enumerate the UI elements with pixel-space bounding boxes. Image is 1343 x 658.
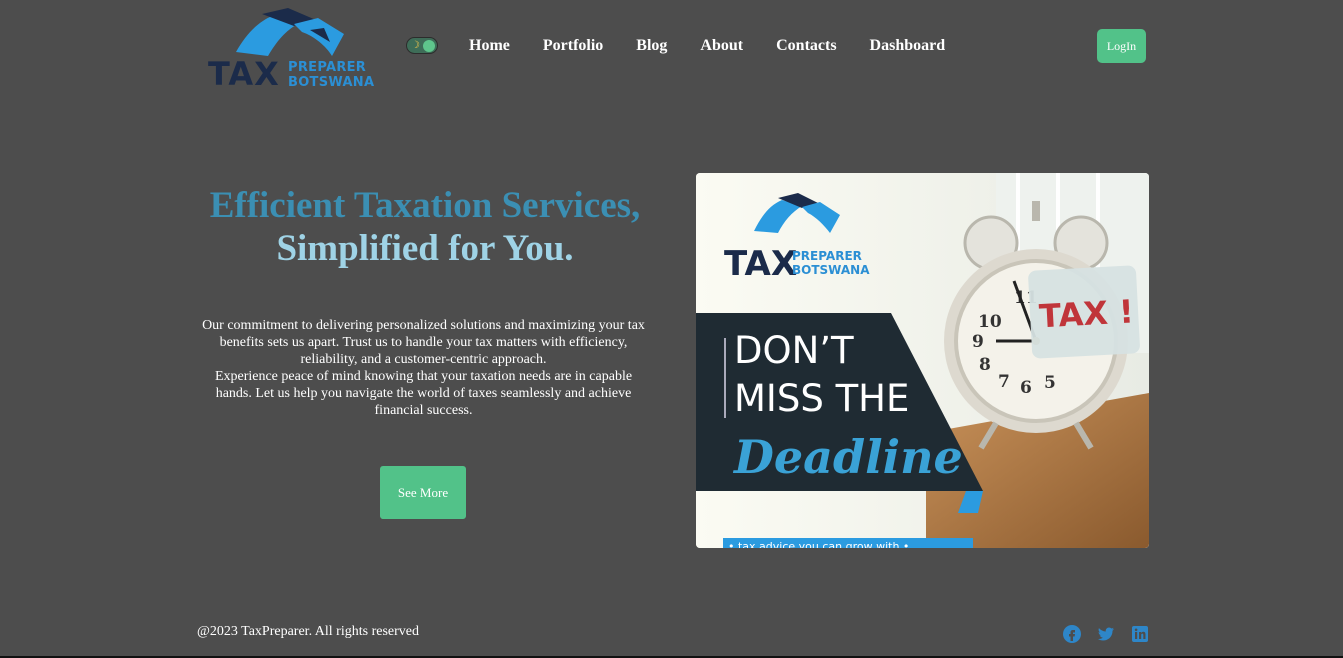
nav-about[interactable]: About — [700, 36, 743, 56]
social-links — [1062, 624, 1150, 643]
main-nav: Home Portfolio Blog About Contacts Dashb… — [469, 36, 978, 56]
poster-line1: DON’T — [734, 329, 854, 372]
site-logo[interactable]: TAX PREPARER BOTSWANA — [206, 8, 378, 94]
clock-number-10: 10 — [978, 312, 1002, 332]
clock-number-5: 5 — [1044, 373, 1056, 393]
footer-copyright: @2023 TaxPreparer. All rights reserved — [197, 624, 419, 639]
theme-toggle[interactable]: ☽ — [406, 37, 438, 54]
clock-number-7: 7 — [998, 372, 1010, 392]
poster-logo-sub1: PREPARER — [792, 249, 862, 263]
poster-line3: Deadline — [732, 430, 963, 484]
poster-logo-tax: TAX — [724, 244, 797, 284]
nav-dashboard[interactable]: Dashboard — [870, 36, 946, 56]
logo-sub-line2: BOTSWANA — [288, 75, 375, 90]
nav-portfolio[interactable]: Portfolio — [543, 36, 603, 56]
poster-bottom-banner: • tax advice you can grow with • — [728, 540, 909, 548]
hero-paragraph-2: Experience peace of mind knowing that yo… — [214, 369, 633, 418]
clock-number-9: 9 — [972, 332, 984, 352]
clock-number-8: 8 — [979, 355, 991, 375]
hero-title-line1: Efficient Taxation Services, — [209, 185, 641, 226]
poster-logo-sub2: BOTSWANA — [792, 263, 870, 277]
tax-note-text: TAX ! — [1038, 292, 1134, 335]
logo-tax-text: TAX — [208, 55, 280, 93]
logo-roof-graphic — [236, 8, 344, 56]
linkedin-icon[interactable] — [1130, 624, 1150, 642]
hero-title: Efficient Taxation Services, Simplified … — [190, 184, 660, 270]
moon-icon: ☽ — [411, 40, 420, 51]
facebook-icon[interactable] — [1062, 624, 1082, 643]
nav-blog[interactable]: Blog — [636, 36, 667, 56]
poster-line2: MISS THE — [734, 377, 909, 420]
nav-home[interactable]: Home — [469, 36, 510, 56]
hero-poster-image: 11 10 9 8 7 6 5 TAX ! DON’T MISS THE Dea… — [696, 173, 1149, 548]
logo-sub-line1: PREPARER — [288, 60, 367, 75]
see-more-button[interactable]: See More — [380, 466, 466, 519]
nav-contacts[interactable]: Contacts — [776, 36, 836, 56]
clock-number-6: 6 — [1020, 378, 1032, 398]
hero-title-line2: Simplified for You. — [276, 228, 574, 269]
hero-paragraph-1: Our commitment to delivering personalize… — [202, 318, 645, 367]
twitter-icon[interactable] — [1096, 624, 1116, 642]
login-button[interactable]: LogIn — [1097, 29, 1146, 63]
toggle-knob — [423, 40, 435, 52]
hero-description: Our commitment to delivering personalize… — [196, 317, 651, 419]
logo-subtitle: PREPARER BOTSWANA — [288, 60, 374, 90]
